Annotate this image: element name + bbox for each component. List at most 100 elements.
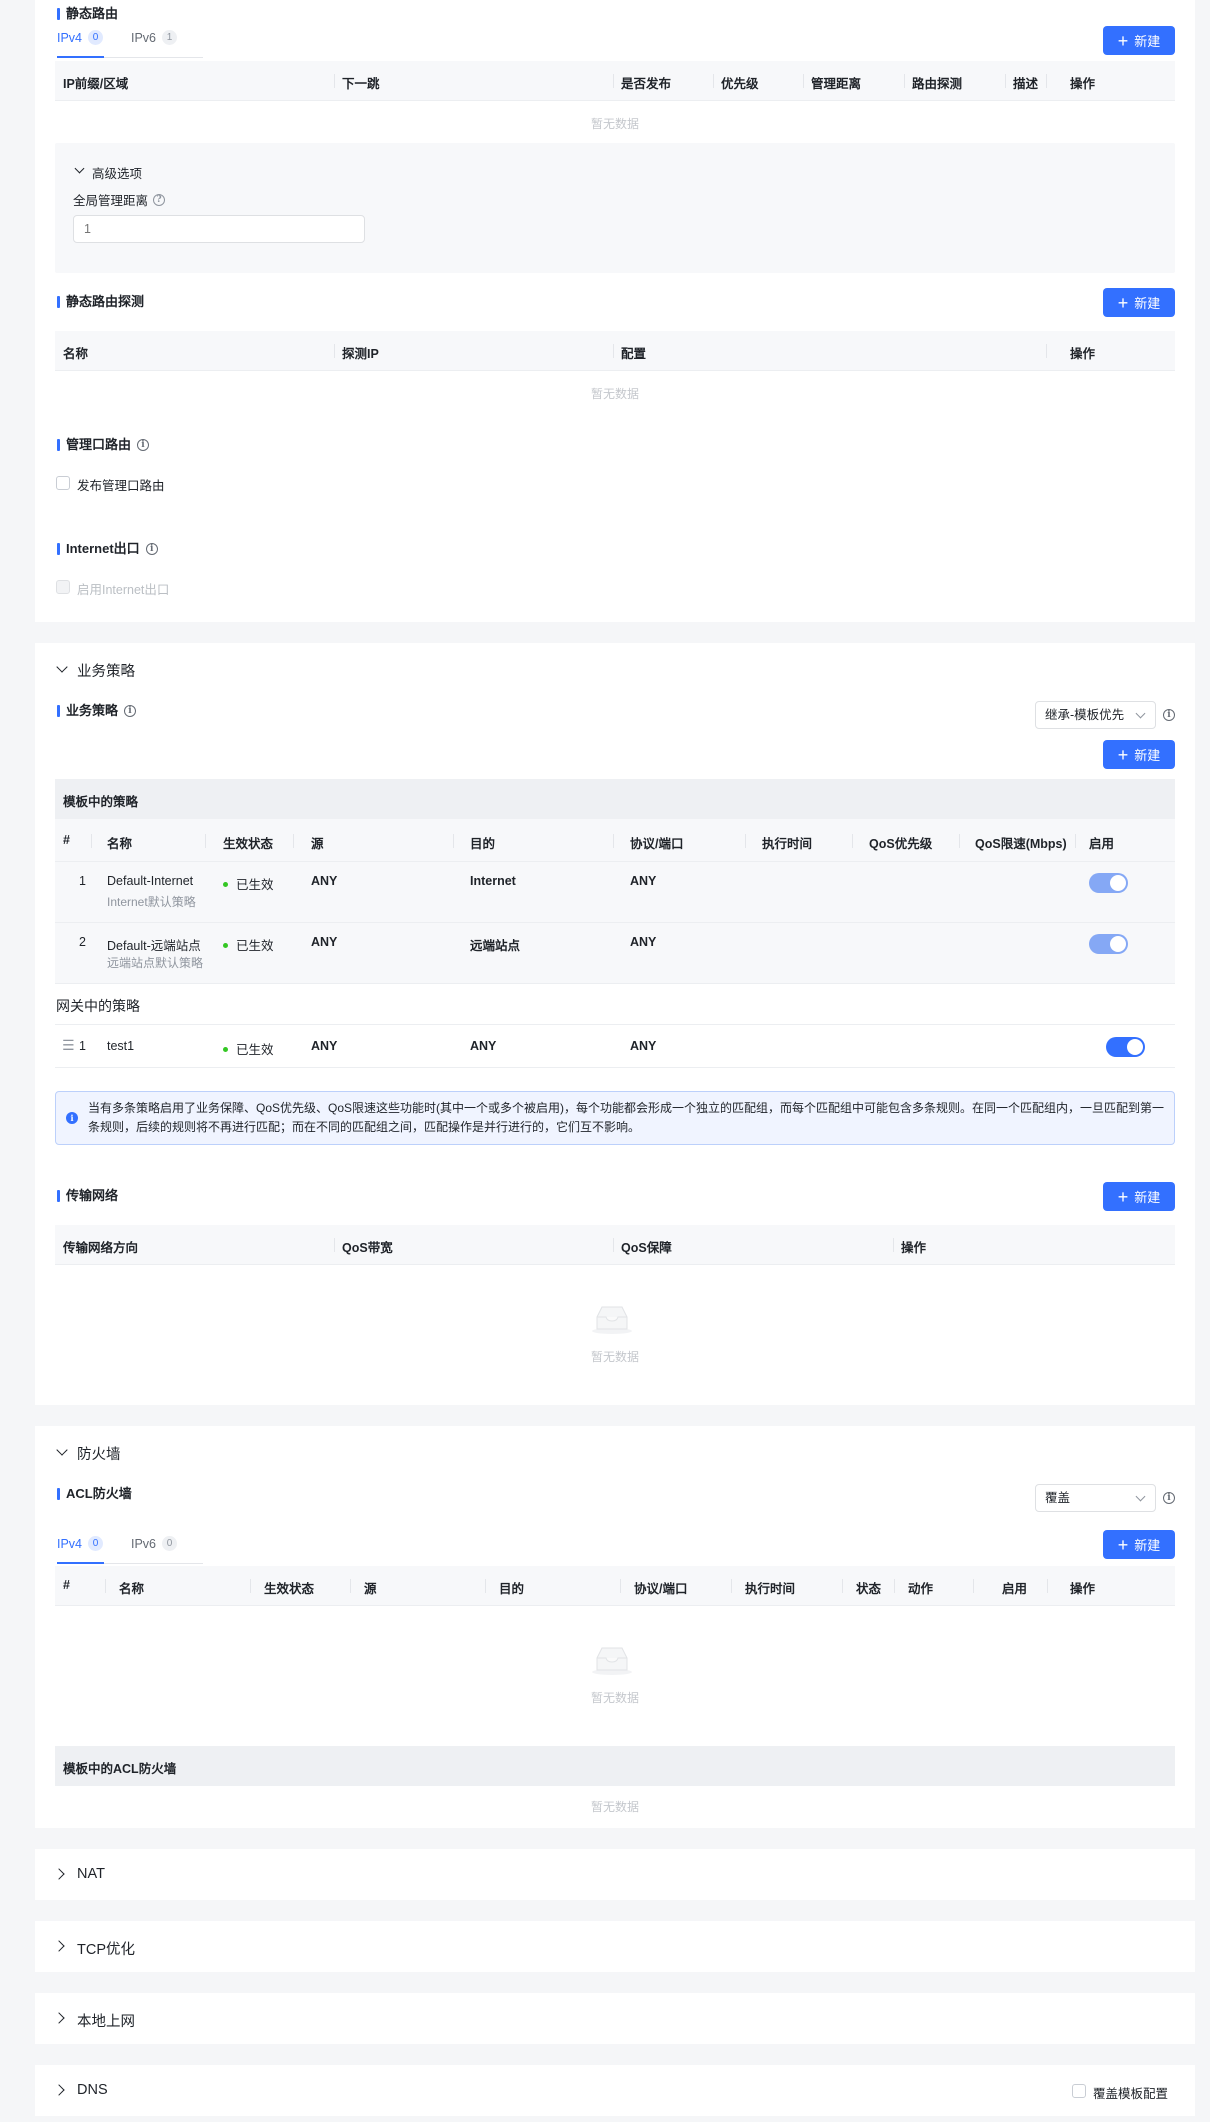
local-internet-section[interactable]: 本地上网 (35, 1993, 1195, 2044)
tab-ipv4[interactable]: IPv4 0 (57, 1536, 104, 1551)
local-internet-section-title: 本地上网 (77, 2014, 135, 2030)
business-policy-new-label: 新建 (1134, 748, 1161, 763)
tab-ipv4[interactable]: IPv4 0 (57, 30, 104, 45)
col-header: 操作 (1070, 77, 1096, 91)
col-divider (613, 344, 614, 358)
drag-handle-icon[interactable]: ☰ (62, 1037, 75, 1054)
col-header: 配置 (621, 347, 647, 361)
table-row[interactable]: 2 Default-远端站点 远端站点默认策略 已生效 ANY 远端站点 ANY (55, 923, 1175, 984)
route-probe-new-button[interactable]: + 新建 (1103, 288, 1175, 317)
dns-section[interactable]: DNS 覆盖模板配置 (35, 2065, 1195, 2116)
tcp-section[interactable]: TCP优化 (35, 1921, 1195, 1972)
chevron-down-icon[interactable] (74, 163, 85, 174)
mgmt-route-title: 管理口路由 (57, 437, 131, 453)
col-divider (613, 74, 614, 88)
col-divider (1046, 74, 1047, 88)
row-name: Default-Internet (107, 874, 194, 888)
tab-active-indicator (57, 1562, 104, 1564)
acl-mode-select[interactable]: 覆盖 (1035, 1484, 1156, 1512)
nat-section[interactable]: NAT (35, 1849, 1195, 1900)
col-divider (485, 1579, 486, 1593)
table-row[interactable]: ☰ 1 test1 已生效 ANY ANY ANY (55, 1024, 1175, 1068)
col-divider (852, 834, 853, 848)
internet-exit-checkbox-label[interactable]: 启用Internet出口 (77, 579, 169, 598)
business-policy-mode-value: 继承-模板优先 (1045, 708, 1125, 722)
global-distance-input[interactable] (73, 215, 365, 243)
advanced-options-toggle[interactable]: 高级选项 (92, 163, 142, 182)
col-header: 操作 (901, 1241, 927, 1255)
mgmt-route-checkbox[interactable] (56, 476, 70, 490)
internet-exit-checkbox[interactable] (56, 580, 70, 594)
acl-new-button[interactable]: + 新建 (1103, 1530, 1175, 1559)
col-header: QoS限速(Mbps) (975, 837, 1067, 851)
firewall-section-toggle[interactable]: 防火墙 (77, 1443, 121, 1464)
static-route-new-button[interactable]: + 新建 (1103, 26, 1175, 55)
col-header: # (63, 833, 70, 847)
tab-ipv6[interactable]: IPv6 1 (131, 30, 178, 45)
col-divider (1075, 834, 1076, 848)
enable-toggle[interactable] (1089, 934, 1128, 954)
info-icon[interactable]: i (1163, 1492, 1175, 1504)
enable-toggle[interactable] (1106, 1037, 1145, 1057)
dns-override-label[interactable]: 覆盖模板配置 (1093, 2083, 1168, 2102)
help-icon[interactable]: ? (153, 193, 166, 206)
table-row[interactable]: 1 Default-Internet Internet默认策略 已生效 ANY … (55, 862, 1175, 923)
mgmt-route-checkbox-label[interactable]: 发布管理口路由 (77, 475, 165, 494)
col-divider (205, 834, 206, 848)
col-header: IP前缀/区域 (63, 77, 129, 91)
col-header: 是否发布 (621, 77, 672, 91)
row-status: 已生效 (223, 935, 274, 954)
routing-card: 静态路由 IPv4 0 IPv6 1 + 新建 IP前缀/区域 下一跳 是否发布… (35, 0, 1195, 622)
col-divider (620, 1579, 621, 1593)
col-header: 源 (364, 1582, 377, 1596)
tab-ipv6[interactable]: IPv6 0 (131, 1536, 178, 1551)
global-distance-label-row: 全局管理距离 ? (73, 190, 166, 209)
chevron-down-icon[interactable] (56, 661, 68, 673)
chevron-down-icon (1135, 1491, 1146, 1502)
status-dot-icon (223, 943, 228, 949)
transport-new-button[interactable]: + 新建 (1103, 1182, 1175, 1211)
business-policy-mode-select[interactable]: 继承-模板优先 (1035, 701, 1156, 729)
business-policy-title-row: 业务策略 i (57, 703, 137, 719)
dns-section-title: DNS (77, 2082, 108, 2098)
info-icon[interactable]: i (137, 439, 150, 451)
acl-table-header: # 名称 生效状态 源 目的 协议/端口 执行时间 状态 动作 启用 操作 (55, 1566, 1175, 1606)
col-header: 下一跳 (342, 77, 380, 91)
col-divider (91, 834, 92, 848)
row-dst: 远端站点 (470, 939, 521, 953)
tab-ipv6-count: 0 (162, 1536, 178, 1551)
enable-toggle[interactable] (1089, 873, 1128, 893)
col-header: 状态 (856, 1582, 882, 1596)
col-divider (731, 1579, 732, 1593)
acl-template-empty: 暂无数据 (591, 1800, 640, 1814)
col-header: 名称 (63, 347, 89, 361)
chevron-right-icon (53, 1940, 65, 1952)
info-icon[interactable]: i (124, 705, 137, 717)
row-name: test1 (107, 1039, 135, 1053)
row-dst: ANY (470, 1039, 497, 1053)
tab-active-indicator (57, 56, 104, 58)
static-route-table-header: IP前缀/区域 下一跳 是否发布 优先级 管理距离 路由探测 描述 操作 (55, 61, 1175, 101)
col-header: 名称 (119, 1582, 145, 1596)
tab-ipv6-label: IPv6 (131, 1536, 157, 1551)
col-divider (803, 74, 804, 88)
col-header: QoS优先级 (869, 837, 933, 851)
business-policy-section-toggle[interactable]: 业务策略 (77, 660, 135, 681)
row-src: ANY (311, 874, 338, 888)
business-policy-card: 业务策略 业务策略 i 继承-模板优先 i + 新建 模板中的策略 # 名称 生… (35, 643, 1195, 1405)
tab-ipv4-count: 0 (88, 1536, 104, 1551)
row-status: 已生效 (223, 874, 274, 893)
info-icon[interactable]: i (145, 543, 158, 555)
transport-new-label: 新建 (1134, 1190, 1161, 1205)
advanced-options-panel: 高级选项 全局管理距离 ? (55, 143, 1175, 273)
firewall-tabs: IPv4 0 IPv6 0 (57, 1536, 237, 1568)
plus-icon: + (1117, 1186, 1129, 1207)
row-name: Default-远端站点 (107, 939, 201, 953)
business-policy-new-button[interactable]: + 新建 (1103, 740, 1175, 769)
dns-override-checkbox[interactable] (1072, 2084, 1086, 2098)
info-icon[interactable]: i (1163, 709, 1175, 721)
row-status-text: 已生效 (236, 1043, 274, 1057)
chevron-down-icon[interactable] (56, 1444, 68, 1456)
static-route-tabs: IPv4 0 IPv6 1 (57, 30, 237, 62)
status-dot-icon (223, 882, 228, 888)
